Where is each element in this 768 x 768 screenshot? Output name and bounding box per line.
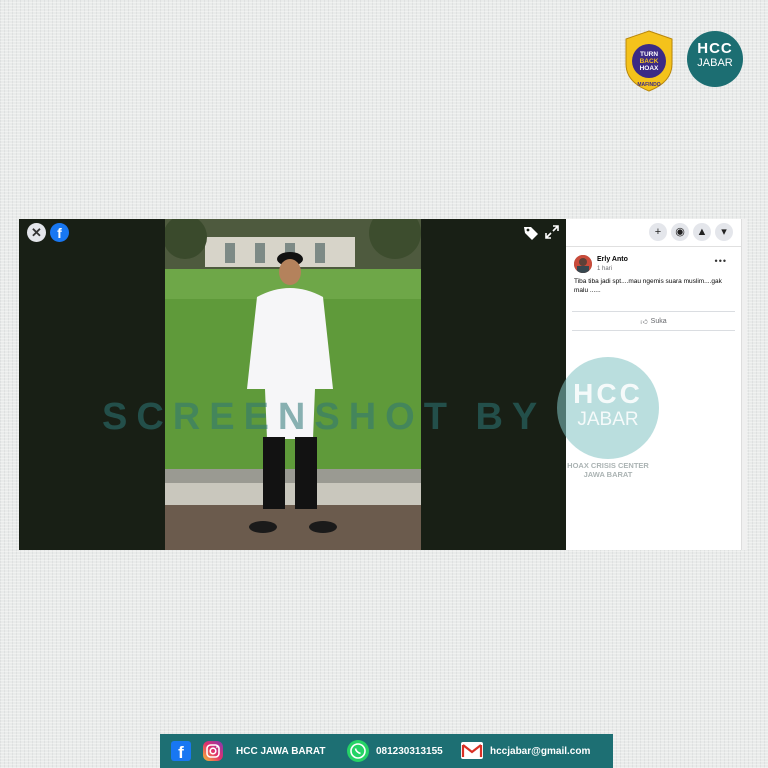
svg-text:HOAX: HOAX [640, 65, 659, 72]
post-photo [165, 219, 421, 550]
watermark-text: SCREENSHOT BY [102, 396, 547, 438]
tag-icon[interactable] [523, 225, 539, 241]
thumbs-up-icon: 👍︎ [640, 318, 648, 326]
svg-text:MAFINDO: MAFINDO [637, 82, 660, 88]
footer-label: HCC JAWA BARAT [236, 746, 326, 757]
scrollbar[interactable] [741, 219, 747, 550]
photo-viewer: ✕ f [19, 219, 566, 550]
watermark-logo-line2: JABAR [577, 409, 639, 430]
contact-footer: f HCC JAWA BARAT 081230313155 hccjabar@g… [160, 734, 613, 768]
avatar[interactable] [574, 255, 592, 273]
watermark-logo: HCC JABAR [557, 357, 659, 459]
mail-icon [461, 742, 483, 759]
hcc-jabar-logo: HCC JABAR [687, 31, 743, 87]
watermark-caption: HOAX CRISIS CENTER JAWA BARAT [560, 461, 656, 479]
like-button[interactable]: 👍︎ Suka [572, 311, 735, 331]
watermark-logo-line1: HCC [573, 378, 643, 409]
like-label: Suka [650, 317, 667, 325]
plus-icon[interactable]: + [649, 223, 667, 241]
close-icon[interactable]: ✕ [27, 223, 46, 242]
post-timestamp[interactable]: 1 hari [597, 266, 612, 272]
post-author[interactable]: Erly Anto [597, 256, 628, 263]
mafindo-logo: TURN BACK HOAX MAFINDO [624, 30, 674, 92]
svg-text:BACK: BACK [640, 58, 659, 65]
watermark-caption-line2: JAWA BARAT [583, 470, 633, 479]
hcc-logo-line1: HCC [697, 40, 733, 57]
facebook-icon[interactable]: f [50, 223, 69, 242]
hcc-logo-line2: JABAR [697, 57, 733, 69]
divider [566, 246, 741, 247]
messenger-icon[interactable]: ◉ [671, 223, 689, 241]
facebook-icon: f [171, 741, 191, 762]
footer-phone: 081230313155 [376, 746, 443, 757]
svg-text:TURN: TURN [640, 51, 658, 58]
bell-icon[interactable]: ▲ [693, 223, 711, 241]
instagram-icon [203, 741, 223, 761]
post-text: Tiba tiba jadi spt....mau ngemis suara m… [574, 278, 722, 294]
whatsapp-icon [347, 740, 369, 762]
watermark-caption-line1: HOAX CRISIS CENTER [567, 461, 649, 470]
expand-icon[interactable] [545, 225, 559, 239]
more-icon[interactable]: ••• [715, 256, 727, 266]
header-actions: + ◉ ▲ ▾ [649, 223, 733, 241]
caret-down-icon[interactable]: ▾ [715, 223, 733, 241]
footer-email: hccjabar@gmail.com [490, 746, 591, 757]
